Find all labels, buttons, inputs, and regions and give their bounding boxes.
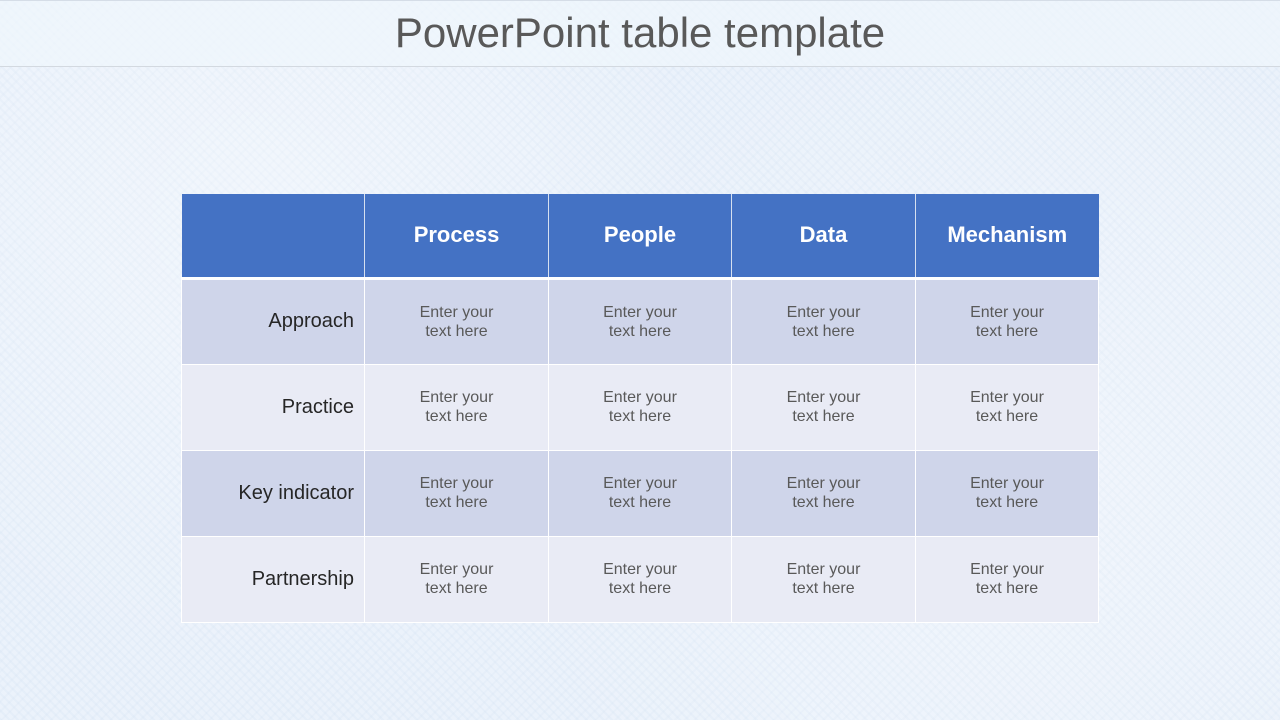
comparison-table[interactable]: Process People Data Mechanism Approach E… [181, 194, 1099, 623]
table-cell[interactable]: Enter your text here [731, 363, 916, 451]
cell-text: Enter your text here [786, 475, 861, 511]
header-cell-empty[interactable] [181, 194, 365, 280]
cell-text: Enter your text here [419, 475, 494, 511]
table-cell[interactable]: Enter your text here [731, 277, 916, 365]
header-cell-people[interactable]: People [548, 194, 732, 280]
table-cell[interactable]: Enter your text here [548, 363, 732, 451]
header-cell-data[interactable]: Data [731, 194, 916, 280]
table-cell[interactable]: Enter your text here [364, 363, 549, 451]
table-cell[interactable]: Enter your text here [364, 449, 549, 537]
cell-text: Enter your text here [786, 389, 861, 425]
header-cell-mechanism[interactable]: Mechanism [915, 194, 1099, 280]
table-cell[interactable]: Enter your text here [915, 277, 1099, 365]
table-cell[interactable]: Enter your text here [364, 535, 549, 623]
header-cell-process[interactable]: Process [364, 194, 549, 280]
cell-text: Enter your text here [970, 561, 1044, 597]
table-cell[interactable]: Enter your text here [915, 363, 1099, 451]
table-cell[interactable]: Enter your text here [548, 449, 732, 537]
cell-text: Enter your text here [419, 303, 494, 340]
table-cell[interactable]: Enter your text here [915, 535, 1099, 623]
row-label-partnership[interactable]: Partnership [181, 535, 365, 623]
table-cell[interactable]: Enter your text here [548, 277, 732, 365]
cell-text: Enter your text here [603, 475, 677, 511]
table-row: Approach Enter your text here Enter your… [181, 277, 1099, 365]
cell-text: Enter your text here [786, 561, 861, 597]
table-row: Partnership Enter your text here Enter y… [181, 535, 1099, 623]
row-label-key-indicator[interactable]: Key indicator [181, 449, 365, 537]
table-row: Key indicator Enter your text here Enter… [181, 449, 1099, 537]
cell-text: Enter your text here [419, 389, 494, 425]
cell-text: Enter your text here [970, 303, 1044, 340]
table-cell[interactable]: Enter your text here [731, 449, 916, 537]
table-cell[interactable]: Enter your text here [731, 535, 916, 623]
table-cell[interactable]: Enter your text here [364, 277, 549, 365]
cell-text: Enter your text here [419, 561, 494, 597]
cell-text: Enter your text here [970, 389, 1044, 425]
row-label-practice[interactable]: Practice [181, 363, 365, 451]
table-cell[interactable]: Enter your text here [915, 449, 1099, 537]
cell-text: Enter your text here [603, 561, 677, 597]
cell-text: Enter your text here [603, 389, 677, 425]
cell-text: Enter your text here [603, 303, 677, 340]
slide-title[interactable]: PowerPoint table template [0, 8, 1280, 58]
header-row: Process People Data Mechanism [181, 194, 1099, 280]
table-row: Practice Enter your text here Enter your… [181, 363, 1099, 451]
table-cell[interactable]: Enter your text here [548, 535, 732, 623]
title-bar: PowerPoint table template [0, 0, 1280, 67]
cell-text: Enter your text here [970, 475, 1044, 511]
table-container: Process People Data Mechanism Approach E… [181, 194, 1099, 623]
row-label-approach[interactable]: Approach [181, 277, 365, 365]
cell-text: Enter your text here [786, 303, 861, 340]
